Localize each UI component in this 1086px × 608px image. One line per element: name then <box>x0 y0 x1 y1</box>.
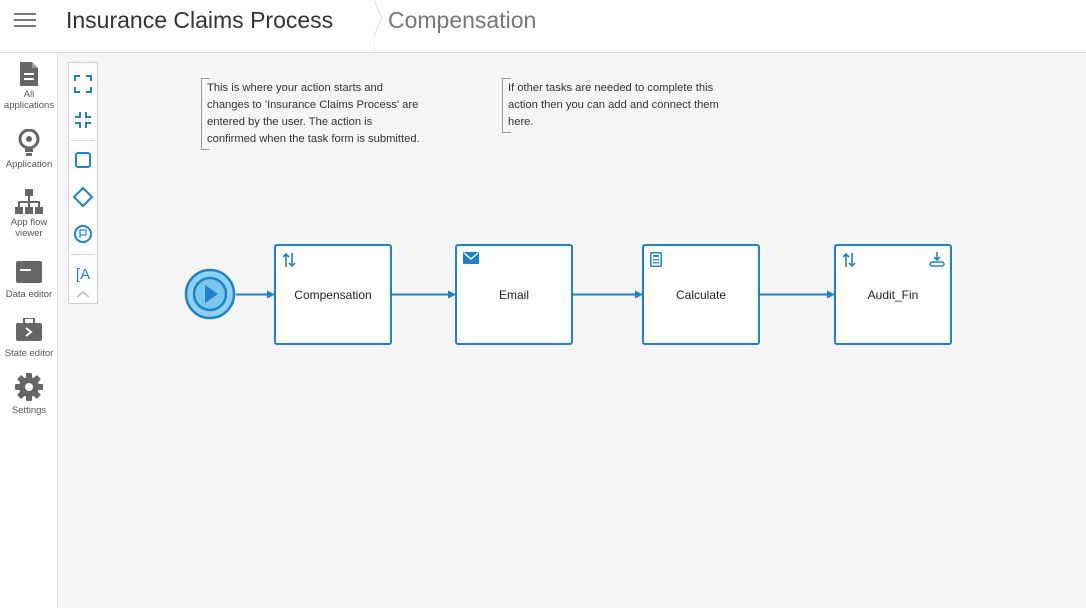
briefcase-icon <box>16 318 42 341</box>
top-bar: Insurance Claims Process Compensation <box>0 0 1086 53</box>
hamburger-menu-icon[interactable] <box>14 12 36 28</box>
annotation-text-icon: [A <box>75 265 91 283</box>
swap-arrows-icon <box>282 252 296 268</box>
sidebar-item-label: Data editor <box>5 289 53 300</box>
app-title[interactable]: Insurance Claims Process <box>66 7 333 34</box>
database-icon <box>16 261 42 283</box>
task-label: Calculate <box>675 288 727 302</box>
add-end-event-tool[interactable] <box>69 219 97 249</box>
calculator-icon <box>650 252 662 267</box>
sidebar-item-label: viewer <box>15 228 43 239</box>
task-compensation[interactable]: Compensation <box>274 244 392 345</box>
envelope-icon <box>463 252 479 264</box>
task-label: Email <box>498 288 529 302</box>
task-label: Compensation <box>294 288 372 302</box>
collapse-view-button[interactable] <box>69 105 97 135</box>
sidebar-item-application[interactable]: Application <box>0 129 58 170</box>
annotation-text[interactable]: If other tasks are needed to complete th… <box>502 78 725 133</box>
page-title: Compensation <box>388 7 537 33</box>
gateway-diamond-icon <box>73 187 93 207</box>
document-icon <box>20 62 38 86</box>
collapse-palette-button[interactable] <box>69 285 97 303</box>
lightbulb-icon <box>18 129 40 156</box>
sidebar-item-state-editor[interactable]: State editor <box>0 318 58 359</box>
sidebar: All applications Application App flow vi… <box>0 53 58 608</box>
hierarchy-icon <box>15 189 43 214</box>
sidebar-item-all-applications[interactable]: All applications <box>0 61 58 111</box>
add-gateway-tool[interactable] <box>69 182 97 212</box>
breadcrumb-divider <box>374 0 383 52</box>
task-square-icon <box>75 152 91 168</box>
sidebar-item-data-editor[interactable]: Data editor <box>0 261 58 300</box>
task-label: Audit_Fin <box>867 288 919 302</box>
collapse-icon <box>75 112 91 128</box>
palette-divider <box>71 140 95 141</box>
end-event-icon <box>74 225 92 243</box>
download-icon <box>929 252 945 267</box>
sidebar-item-label: Application <box>5 159 53 170</box>
gear-icon <box>15 373 43 401</box>
swap-arrows-icon <box>842 252 856 268</box>
expand-icon <box>74 75 92 93</box>
add-task-tool[interactable] <box>69 145 97 175</box>
chevron-up-icon <box>76 291 90 298</box>
fit-to-screen-button[interactable] <box>69 69 97 99</box>
sidebar-item-label: applications <box>3 100 55 111</box>
sidebar-item-app-flow-viewer[interactable]: App flow viewer <box>0 189 58 239</box>
start-event[interactable] <box>184 268 236 320</box>
sidebar-item-label: All <box>23 89 35 100</box>
sidebar-item-label: App flow <box>10 217 48 228</box>
tool-palette: [A <box>68 62 98 304</box>
task-email[interactable]: Email <box>455 244 573 345</box>
task-audit-fin[interactable]: Audit_Fin <box>834 244 952 345</box>
task-calculate[interactable]: Calculate <box>642 244 760 345</box>
palette-divider <box>71 254 95 255</box>
annotation-text[interactable]: This is where your action starts and cha… <box>201 78 424 150</box>
sidebar-item-label: State editor <box>4 348 54 359</box>
sidebar-item-settings[interactable]: Settings <box>0 373 58 416</box>
sidebar-item-label: Settings <box>11 405 47 416</box>
